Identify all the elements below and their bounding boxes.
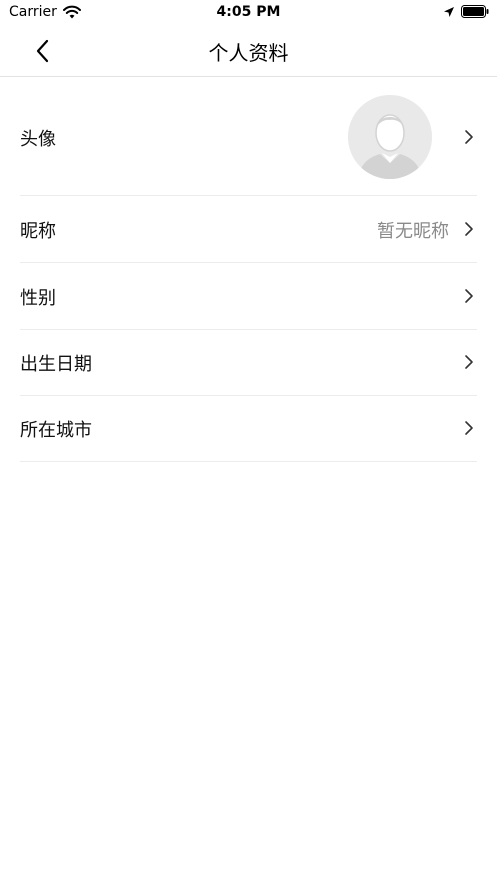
profile-row-nickname[interactable]: 昵称 暂无昵称: [20, 196, 477, 263]
chevron-right-icon: [465, 130, 473, 144]
nickname-value: 暂无昵称: [377, 221, 449, 242]
row-label: 性别: [20, 288, 56, 309]
profile-row-city[interactable]: 所在城市: [20, 395, 477, 462]
row-label: 出生日期: [20, 354, 92, 375]
avatar: [348, 95, 432, 179]
page-title: 个人资料: [208, 41, 289, 65]
chevron-right-icon: [465, 421, 473, 435]
user-avatar-icon: [348, 95, 432, 179]
row-label: 所在城市: [20, 420, 92, 441]
chevron-right-icon: [465, 222, 473, 236]
status-right-icons: [443, 5, 489, 18]
nav-bar: 个人资料: [0, 26, 497, 77]
status-bar: Carrier 4:05 PM: [0, 0, 497, 26]
battery-icon: [461, 5, 489, 18]
status-time: 4:05 PM: [216, 4, 281, 20]
chevron-right-icon: [465, 355, 473, 369]
profile-row-birthday[interactable]: 出生日期: [20, 329, 477, 396]
chevron-right-icon: [465, 289, 473, 303]
location-arrow-icon: [444, 6, 454, 17]
profile-row-gender[interactable]: 性别: [20, 263, 477, 330]
row-label: 头像: [20, 129, 56, 150]
profile-row-avatar[interactable]: 头像: [20, 78, 477, 196]
row-label: 昵称: [20, 221, 56, 242]
